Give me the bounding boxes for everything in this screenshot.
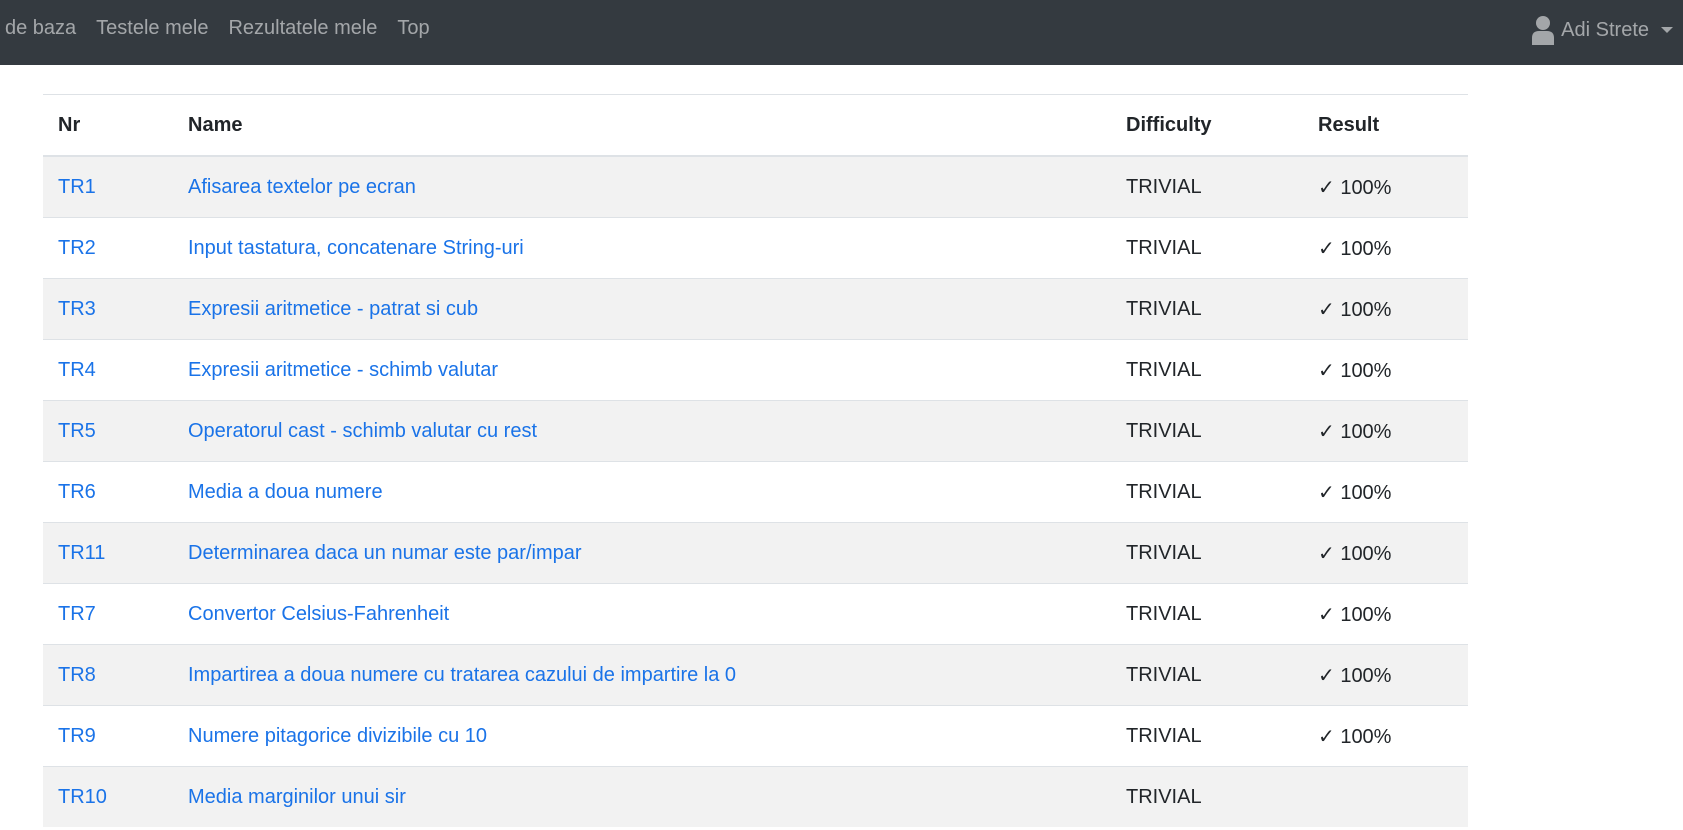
cell-result: ✓ 100% <box>1303 644 1468 706</box>
tests-table-container: Nr Name Difficulty Result TR1 Afisarea te… <box>43 94 1468 827</box>
cell-nr: TR8 <box>43 644 173 706</box>
test-nr-link[interactable]: TR11 <box>58 542 105 564</box>
table-row: TR6 Media a doua numere TRIVIAL ✓ 100% <box>43 461 1468 523</box>
cell-result: ✓ 100% <box>1303 705 1468 767</box>
header-name: Name <box>173 94 1111 157</box>
test-nr-link[interactable]: TR3 <box>58 298 96 320</box>
test-name-link[interactable]: Impartirea a doua numere cu tratarea caz… <box>188 664 736 686</box>
cell-nr: TR9 <box>43 705 173 767</box>
user-name: Adi Strete <box>1561 18 1649 41</box>
cell-result: ✓ 100% <box>1303 339 1468 401</box>
cell-result: ✓ 100% <box>1303 217 1468 279</box>
cell-name: Afisarea textelor pe ecran <box>173 155 1111 218</box>
cell-difficulty: TRIVIAL <box>1111 644 1303 706</box>
test-name-link[interactable]: Media a doua numere <box>188 481 383 503</box>
user-menu-dropdown[interactable]: Adi Strete <box>1531 12 1673 48</box>
table-body: TR1 Afisarea textelor pe ecran TRIVIAL ✓ 10… <box>43 155 1468 827</box>
table-row: TR9 Numere pitagorice divizibile cu 10 TRI… <box>43 705 1468 767</box>
cell-difficulty: TRIVIAL <box>1111 766 1303 827</box>
cell-name: Numere pitagorice divizibile cu 10 <box>173 705 1111 767</box>
test-nr-link[interactable]: TR2 <box>58 237 96 259</box>
nav-links: i de baza Testele mele Rezultatele mele … <box>0 0 450 56</box>
nav-link-top[interactable]: Top <box>397 17 429 40</box>
cell-name: Operatorul cast - schimb valutar cu rest <box>173 400 1111 462</box>
test-name-link[interactable]: Expresii aritmetice - schimb valutar <box>188 359 498 381</box>
cell-name: Media a doua numere <box>173 461 1111 523</box>
test-name-link[interactable]: Afisarea textelor pe ecran <box>188 176 416 198</box>
test-name-link[interactable]: Determinarea daca un numar este par/impa… <box>188 542 582 564</box>
cell-nr: TR3 <box>43 278 173 340</box>
header-result: Result <box>1303 94 1468 157</box>
table-row: TR5 Operatorul cast - schimb valutar cu r… <box>43 400 1468 462</box>
cell-name: Expresii aritmetice - schimb valutar <box>173 339 1111 401</box>
cell-nr: TR6 <box>43 461 173 523</box>
cell-difficulty: TRIVIAL <box>1111 705 1303 767</box>
test-nr-link[interactable]: TR7 <box>58 603 96 625</box>
test-nr-link[interactable]: TR10 <box>58 786 107 808</box>
cell-nr: TR11 <box>43 522 173 584</box>
cell-name: Media marginilor unui sir <box>173 766 1111 827</box>
cell-difficulty: TRIVIAL <box>1111 583 1303 645</box>
table-row: TR2 Input tastatura, concatenare String-u… <box>43 217 1468 279</box>
table-row: TR3 Expresii aritmetice - patrat si cub TR… <box>43 278 1468 340</box>
cell-result: ✓ 100% <box>1303 583 1468 645</box>
test-name-link[interactable]: Convertor Celsius-Fahrenheit <box>188 603 449 625</box>
cell-nr: TR7 <box>43 583 173 645</box>
cell-difficulty: TRIVIAL <box>1111 461 1303 523</box>
cell-nr: TR1 <box>43 155 173 218</box>
table-row: TR11 Determinarea daca un numar este par/… <box>43 522 1468 584</box>
table-row: TR10 Media marginilor unui sir TRIVIAL <box>43 766 1468 827</box>
nav-link-my-tests[interactable]: Testele mele <box>96 17 208 40</box>
cell-nr: TR2 <box>43 217 173 279</box>
test-nr-link[interactable]: TR9 <box>58 725 96 747</box>
test-nr-link[interactable]: TR5 <box>58 420 96 442</box>
nav-link-my-results[interactable]: Rezultatele mele <box>228 17 377 40</box>
cell-difficulty: TRIVIAL <box>1111 278 1303 340</box>
user-icon <box>1531 15 1555 45</box>
cell-result: ✓ 100% <box>1303 155 1468 218</box>
cell-result: ✓ 100% <box>1303 278 1468 340</box>
test-name-link[interactable]: Numere pitagorice divizibile cu 10 <box>188 725 487 747</box>
header-nr: Nr <box>43 94 173 157</box>
test-nr-link[interactable]: TR6 <box>58 481 96 503</box>
cell-name: Expresii aritmetice - patrat si cub <box>173 278 1111 340</box>
cell-result <box>1303 766 1468 827</box>
cell-result: ✓ 100% <box>1303 400 1468 462</box>
cell-nr: TR5 <box>43 400 173 462</box>
cell-nr: TR4 <box>43 339 173 401</box>
top-navbar: i de baza Testele mele Rezultatele mele … <box>0 0 1683 65</box>
chevron-down-icon <box>1661 27 1673 33</box>
cell-difficulty: TRIVIAL <box>1111 155 1303 218</box>
cell-difficulty: TRIVIAL <box>1111 400 1303 462</box>
test-name-link[interactable]: Media marginilor unui sir <box>188 786 406 808</box>
cell-difficulty: TRIVIAL <box>1111 522 1303 584</box>
test-nr-link[interactable]: TR1 <box>58 176 96 198</box>
table-row: TR8 Impartirea a doua numere cu tratarea … <box>43 644 1468 706</box>
cell-result: ✓ 100% <box>1303 522 1468 584</box>
test-nr-link[interactable]: TR8 <box>58 664 96 686</box>
table-row: TR4 Expresii aritmetice - schimb valutar T… <box>43 339 1468 401</box>
table-row: TR7 Convertor Celsius-Fahrenheit TRIVIAL ✓ … <box>43 583 1468 645</box>
cell-difficulty: TRIVIAL <box>1111 339 1303 401</box>
test-nr-link[interactable]: TR4 <box>58 359 96 381</box>
cell-nr: TR10 <box>43 766 173 827</box>
header-difficulty: Difficulty <box>1111 94 1303 157</box>
test-name-link[interactable]: Operatorul cast - schimb valutar cu rest <box>188 420 537 442</box>
cell-difficulty: TRIVIAL <box>1111 217 1303 279</box>
nav-link-basics[interactable]: i de baza <box>0 17 76 40</box>
cell-name: Impartirea a doua numere cu tratarea caz… <box>173 644 1111 706</box>
table-row: TR1 Afisarea textelor pe ecran TRIVIAL ✓ 10… <box>43 155 1468 218</box>
cell-name: Input tastatura, concatenare String-uri <box>173 217 1111 279</box>
test-name-link[interactable]: Input tastatura, concatenare String-uri <box>188 237 524 259</box>
cell-name: Determinarea daca un numar este par/impa… <box>173 522 1111 584</box>
cell-name: Convertor Celsius-Fahrenheit <box>173 583 1111 645</box>
table-header-row: Nr Name Difficulty Result <box>43 94 1468 157</box>
cell-result: ✓ 100% <box>1303 461 1468 523</box>
tests-table: Nr Name Difficulty Result TR1 Afisarea te… <box>43 94 1468 827</box>
test-name-link[interactable]: Expresii aritmetice - patrat si cub <box>188 298 478 320</box>
